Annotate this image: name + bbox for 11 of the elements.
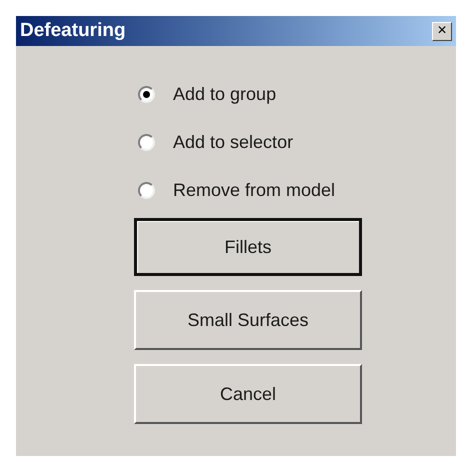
radio-button[interactable] <box>138 134 155 150</box>
radio-button[interactable] <box>138 86 155 102</box>
window-title: Defeaturing <box>20 18 126 43</box>
close-button[interactable]: × <box>432 22 452 40</box>
radio-label: Remove from model <box>173 178 336 202</box>
radio-label: Add to group <box>173 82 276 106</box>
radio-label: Add to selector <box>173 130 294 154</box>
dialog-button[interactable]: Small Surfaces <box>134 290 362 350</box>
radio-button[interactable] <box>138 182 155 198</box>
dialog-button[interactable]: Cancel <box>134 364 362 424</box>
dialog-button[interactable]: Fillets <box>134 218 362 276</box>
